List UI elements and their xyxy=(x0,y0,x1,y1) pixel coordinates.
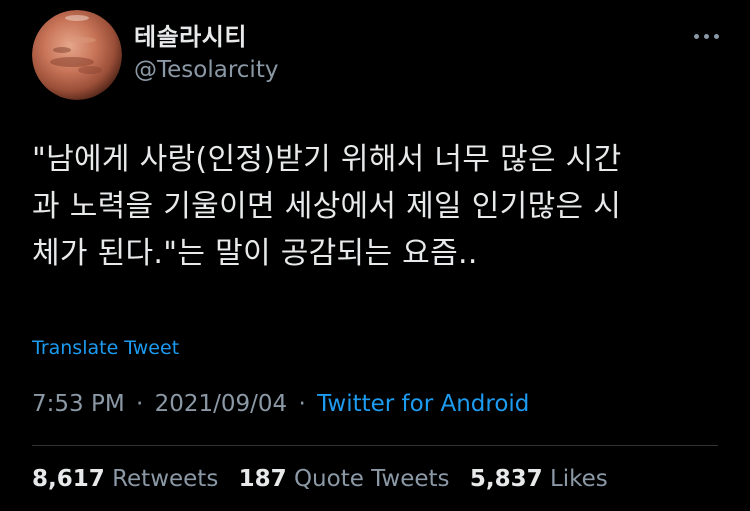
tweet-source-link[interactable]: Twitter for Android xyxy=(317,391,529,417)
quote-tweets-label: Quote Tweets xyxy=(293,466,450,492)
retweets-stat[interactable]: 8,617 Retweets xyxy=(32,466,218,492)
retweets-label: Retweets xyxy=(112,466,219,492)
more-horizontal-icon[interactable] xyxy=(692,26,722,46)
quote-tweets-count: 187 xyxy=(238,466,287,492)
tweet-time[interactable]: 7:53 PM xyxy=(32,391,125,417)
tweet-date[interactable]: 2021/09/04 xyxy=(155,391,288,417)
tweet-metadata: 7:53 PM · 2021/09/04 · Twitter for Andro… xyxy=(32,391,529,417)
tweet-text: "남에게 사랑(인정)받기 위해서 너무 많은 시간 과 노력을 기울이면 세상… xyxy=(32,136,732,277)
avatar[interactable] xyxy=(32,10,122,100)
translate-tweet-link[interactable]: Translate Tweet xyxy=(32,337,179,359)
tweet-text-line: 과 노력을 기울이면 세상에서 제일 인기많은 시 xyxy=(32,189,622,224)
likes-label: Likes xyxy=(549,466,608,492)
likes-stat[interactable]: 5,837 Likes xyxy=(470,466,608,492)
separator-dot: · xyxy=(298,391,306,417)
display-name[interactable]: 테솔라시티 xyxy=(134,22,278,52)
user-handle[interactable]: @Tesolarcity xyxy=(134,54,278,86)
tweet-text-line: 체가 된다."는 말이 공감되는 요즘.. xyxy=(32,236,478,271)
likes-count: 5,837 xyxy=(469,466,543,492)
retweets-count: 8,617 xyxy=(32,466,105,492)
tweet-text-line: "남에게 사랑(인정)받기 위해서 너무 많은 시간 xyxy=(32,142,622,177)
separator-dot: · xyxy=(136,391,144,417)
quote-tweets-stat[interactable]: 187 Quote Tweets xyxy=(239,466,450,492)
user-info: 테솔라시티 @Tesolarcity xyxy=(134,22,278,86)
divider xyxy=(32,445,718,446)
tweet-detail: 테솔라시티 @Tesolarcity "남에게 사랑(인정)받기 위해서 너무 … xyxy=(0,0,750,511)
mars-planet-avatar xyxy=(32,10,122,100)
tweet-stats: 8,617 Retweets 187 Quote Tweets 5,837 Li… xyxy=(32,466,621,492)
tweet-header: 테솔라시티 @Tesolarcity xyxy=(32,10,722,102)
